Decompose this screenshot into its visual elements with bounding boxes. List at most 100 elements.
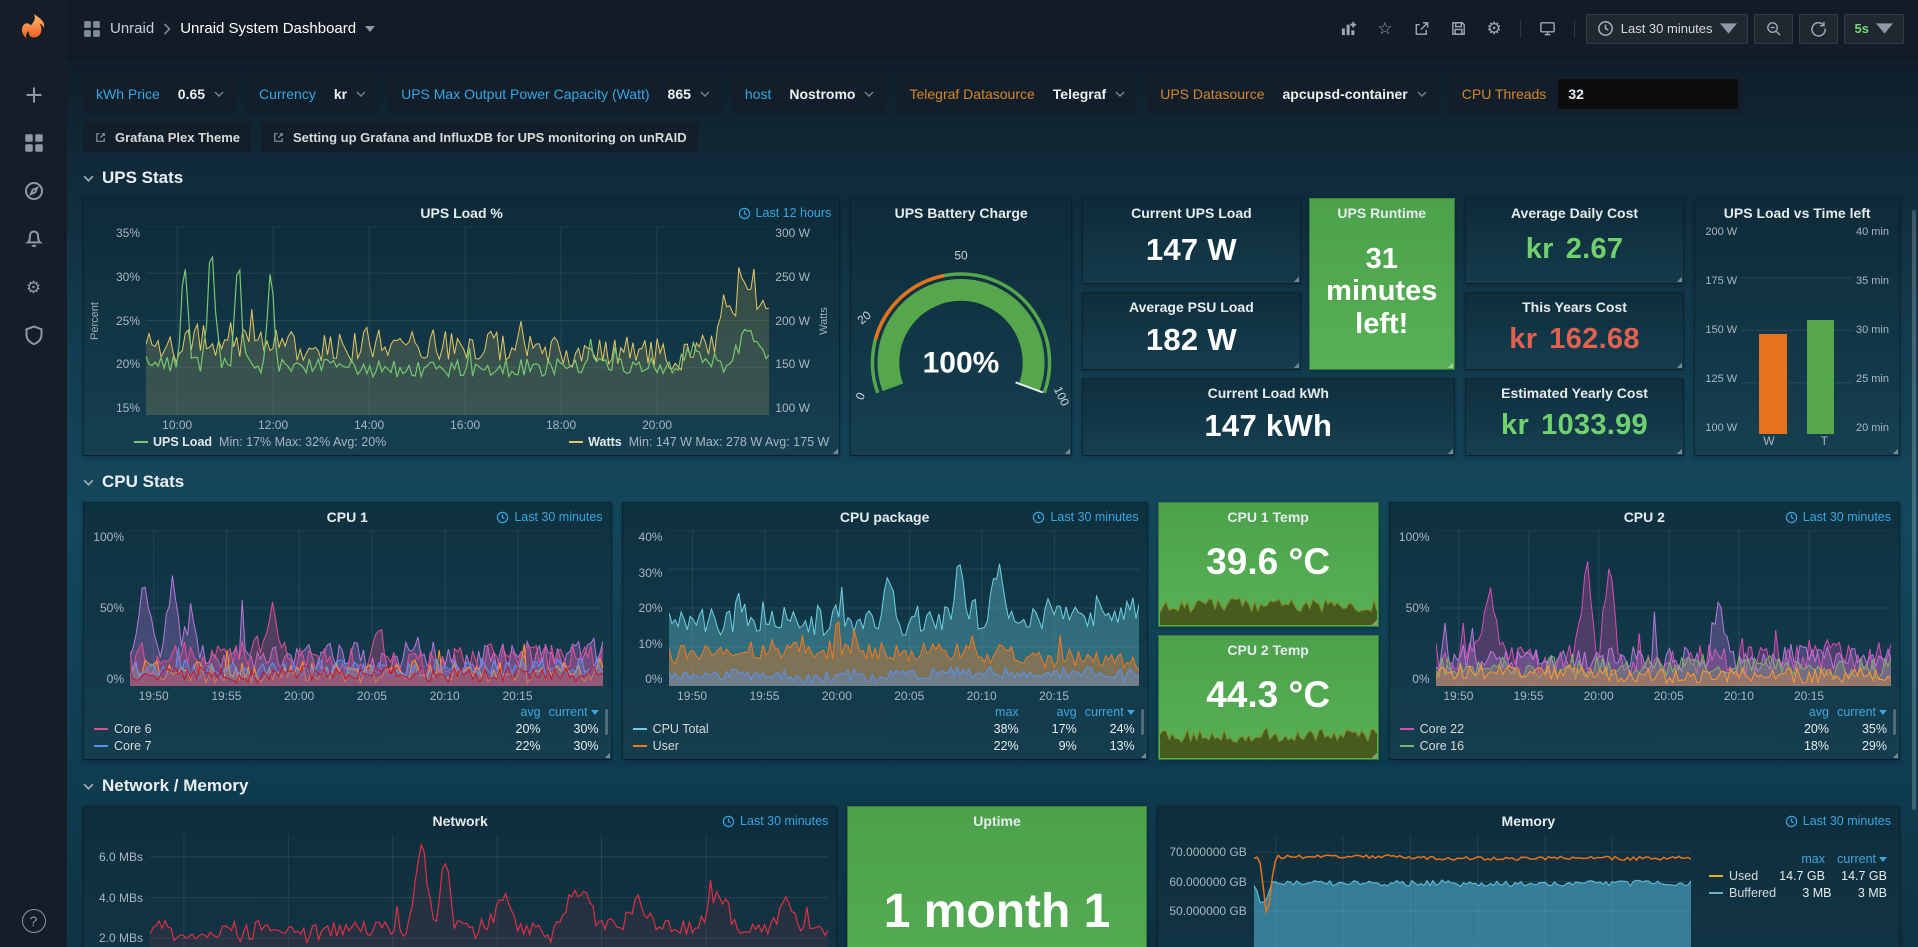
chart-plot[interactable] xyxy=(146,226,769,415)
x-axis: 10:0012:0014:0016:0018:0020:00 xyxy=(146,415,769,432)
server-admin-button[interactable] xyxy=(12,316,56,354)
dashboard-link[interactable]: Grafana Plex Theme xyxy=(83,122,251,152)
section-network-memory[interactable]: Network / Memory xyxy=(83,776,248,796)
panel-title[interactable]: Average PSU Load xyxy=(1083,293,1300,318)
axis-tick-label: 20:05 xyxy=(894,689,924,703)
panel-title[interactable]: UPS Runtime xyxy=(1310,199,1454,224)
panel-title[interactable]: Current UPS Load xyxy=(1083,199,1300,224)
variable-value[interactable]: Nostromo xyxy=(783,86,880,102)
legend-swatch xyxy=(1400,728,1414,730)
legend-swatch xyxy=(569,441,583,443)
breadcrumb-folder[interactable]: Unraid xyxy=(110,20,154,37)
breadcrumb-dashboard-title[interactable]: Unraid System Dashboard xyxy=(180,20,356,37)
refresh-button[interactable] xyxy=(1799,14,1838,44)
user-avatar[interactable] xyxy=(19,863,49,893)
legend-column-header[interactable]: current xyxy=(1825,852,1887,866)
panel-ups-load-graph: UPS Load % Last 12 hours Percent 35%30%2… xyxy=(83,198,840,456)
create-button[interactable] xyxy=(12,76,56,114)
section-cpu-stats[interactable]: CPU Stats xyxy=(83,472,184,492)
legend-item[interactable]: UPS LoadMin: 17% Max: 32% Avg: 20% xyxy=(134,435,386,449)
panel-title[interactable]: UPS Battery Charge xyxy=(851,199,1071,224)
sort-caret-icon xyxy=(1127,710,1135,715)
grafana-logo[interactable] xyxy=(14,10,54,50)
refresh-interval-picker[interactable]: 5s xyxy=(1844,14,1904,44)
alerting-button[interactable] xyxy=(12,220,56,258)
panel-title[interactable]: Estimated Yearly Cost xyxy=(1466,379,1684,404)
panel-title[interactable]: CPU 1 Temp xyxy=(1159,503,1378,528)
time-range-badge[interactable]: Last 30 minutes xyxy=(1032,510,1138,524)
help-button[interactable]: ? xyxy=(22,909,46,933)
legend-column-header[interactable]: max xyxy=(961,705,1019,719)
chart-plot[interactable] xyxy=(1436,530,1891,686)
configuration-button[interactable]: ⚙ xyxy=(12,268,56,306)
axis-tick-label: 175 W xyxy=(1705,275,1737,287)
legend-column-header[interactable]: current xyxy=(541,705,599,719)
variable-value[interactable]: 0.65 xyxy=(172,86,230,102)
chart-plot[interactable] xyxy=(150,834,828,947)
dashboard-title-caret-icon[interactable] xyxy=(365,26,375,32)
scrollbar[interactable] xyxy=(1912,210,1916,810)
tv-kiosk-button[interactable] xyxy=(1532,14,1563,44)
variable-input[interactable]: 32 xyxy=(1558,79,1738,109)
time-range-badge[interactable]: Last 12 hours xyxy=(738,206,832,220)
dashboards-grid-icon xyxy=(24,133,44,153)
compass-icon xyxy=(24,181,44,201)
chart-plot[interactable] xyxy=(669,530,1139,686)
legend-series-name[interactable]: CPU Total xyxy=(633,722,961,736)
star-button[interactable]: ☆ xyxy=(1370,14,1399,44)
panel-title[interactable]: UPS Load vs Time left xyxy=(1695,199,1899,224)
settings-button[interactable]: ⚙ xyxy=(1480,14,1509,44)
variable-label: Telegraf Datasource xyxy=(909,86,1034,102)
legend-series-name[interactable]: Core 22 xyxy=(1400,722,1771,736)
bar-chart[interactable] xyxy=(1741,226,1852,434)
legend-series-name[interactable]: Used xyxy=(1709,869,1763,883)
zoom-out-button[interactable] xyxy=(1754,14,1793,44)
chevron-down-icon xyxy=(1417,91,1427,97)
variable-value[interactable]: apcupsd-container xyxy=(1277,86,1433,102)
legend-series-name[interactable]: Core 7 xyxy=(94,739,483,753)
time-range-badge[interactable]: Last 30 minutes xyxy=(1785,510,1891,524)
panel-title[interactable]: Uptime xyxy=(848,807,1145,832)
legend-column-header[interactable]: avg xyxy=(1019,705,1077,719)
gauge-tick-label: 100 xyxy=(1051,384,1071,408)
legend-column-header[interactable]: current xyxy=(1077,705,1135,719)
legend-series-name[interactable]: User xyxy=(633,739,961,753)
dashboard-link-label: Setting up Grafana and InfluxDB for UPS … xyxy=(293,130,687,145)
bar-slot xyxy=(1797,226,1844,434)
legend-series-name[interactable]: Core 16 xyxy=(1400,739,1771,753)
dashboard-link[interactable]: Setting up Grafana and InfluxDB for UPS … xyxy=(261,122,698,152)
panel-memory: Memory Last 30 minutes 70.000000 GB60.00… xyxy=(1157,806,1900,947)
panel-title[interactable]: UPS Load % xyxy=(84,199,839,224)
panel-title[interactable]: Average Daily Cost xyxy=(1466,199,1684,224)
axis-tick-label: 2.0 MBs xyxy=(99,931,143,945)
panel-title[interactable]: This Years Cost xyxy=(1466,293,1684,318)
dashboards-button[interactable] xyxy=(12,124,56,162)
y-axis-left: 70.000000 GB60.000000 GB50.000000 GB xyxy=(1162,834,1254,947)
explore-button[interactable] xyxy=(12,172,56,210)
legend-series-name[interactable]: Buffered xyxy=(1709,886,1776,900)
legend-series-name[interactable]: Core 6 xyxy=(94,722,483,736)
time-range-picker[interactable]: Last 30 minutes xyxy=(1586,14,1748,44)
variable-value[interactable]: kr xyxy=(328,86,372,102)
chart-plot[interactable] xyxy=(1254,834,1691,947)
time-range-badge[interactable]: Last 30 minutes xyxy=(496,510,602,524)
chart-plot[interactable] xyxy=(130,530,603,686)
ups-costs-column: Average Daily Cost kr2.67 This Years Cos… xyxy=(1465,198,1685,456)
legend-item[interactable]: WattsMin: 147 W Max: 278 W Avg: 175 W xyxy=(569,435,829,449)
variable-value[interactable]: Telegraf xyxy=(1047,86,1131,102)
variable-value[interactable]: 865 xyxy=(662,86,716,102)
legend-column-header[interactable]: avg xyxy=(483,705,541,719)
share-button[interactable] xyxy=(1406,14,1437,44)
app-root: ⚙ ? Unraid Un xyxy=(0,0,1918,947)
panel-title[interactable]: Current Load kWh xyxy=(1083,379,1454,404)
time-range-badge[interactable]: Last 30 minutes xyxy=(722,814,828,828)
stat-value: kr1033.99 xyxy=(1466,404,1684,455)
legend-column-header[interactable]: avg xyxy=(1771,705,1829,719)
section-ups-stats[interactable]: UPS Stats xyxy=(83,168,183,188)
legend-column-header[interactable]: current xyxy=(1829,705,1887,719)
time-range-badge[interactable]: Last 30 minutes xyxy=(1785,814,1891,828)
legend-column-header[interactable]: max xyxy=(1763,852,1825,866)
save-button[interactable] xyxy=(1443,14,1474,44)
add-panel-button[interactable] xyxy=(1333,14,1364,44)
panel-title[interactable]: CPU 2 Temp xyxy=(1159,636,1378,661)
